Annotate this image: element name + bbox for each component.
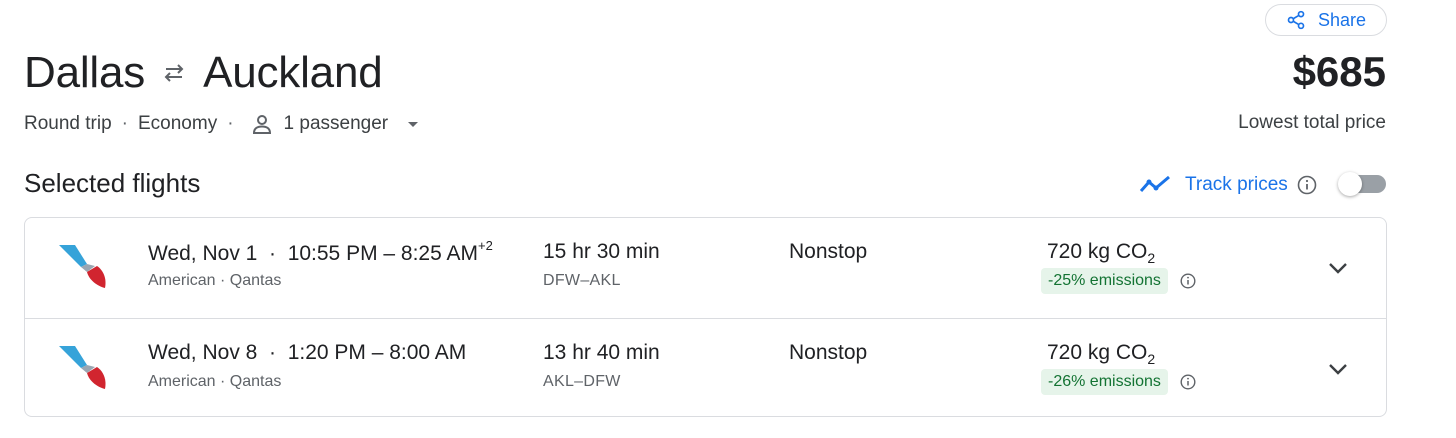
share-icon — [1287, 10, 1305, 30]
passenger-selector[interactable]: 1 passenger — [244, 112, 421, 136]
flight-row-outbound[interactable]: Wed, Nov 1 · 10:55 PM – 8:25 AM+2 Americ… — [25, 218, 1386, 318]
route-heading: Dallas Auckland — [24, 44, 383, 102]
flight-route-codes: DFW–AKL — [543, 272, 621, 289]
co2-value: 720 kg CO — [1047, 240, 1148, 263]
flight-route-codes: AKL–DFW — [543, 373, 621, 390]
track-prices-label: Track prices — [1185, 174, 1288, 195]
separator-dot: · — [263, 341, 282, 364]
flight-row-return[interactable]: Wed, Nov 8 · 1:20 PM – 8:00 AM American … — [25, 318, 1386, 416]
flight-co2: 720 kg CO2 — [1047, 341, 1155, 367]
info-icon[interactable] — [1296, 174, 1318, 196]
person-icon — [252, 115, 271, 134]
track-prices-toggle[interactable] — [1338, 172, 1388, 196]
flight-co2: 720 kg CO2 — [1047, 240, 1155, 266]
selected-flights-card: Wed, Nov 1 · 10:55 PM – 8:25 AM+2 Americ… — [24, 217, 1387, 417]
flight-datetime: Wed, Nov 1 · 10:55 PM – 8:25 AM+2 — [148, 238, 493, 266]
american-airlines-logo — [59, 245, 106, 288]
info-icon[interactable] — [1179, 373, 1197, 391]
toggle-knob — [1338, 172, 1362, 196]
co2-subscript: 2 — [1147, 250, 1156, 267]
flight-times: 10:55 PM – 8:25 AM — [287, 242, 478, 265]
separator-dot: · — [121, 113, 128, 134]
flight-duration: 15 hr 30 min — [543, 240, 660, 263]
flight-stops: Nonstop — [789, 341, 868, 364]
share-button[interactable]: Share — [1265, 4, 1387, 36]
dropdown-caret-icon — [408, 122, 419, 127]
info-icon[interactable] — [1179, 272, 1197, 290]
emissions-badge: -25% emissions — [1041, 268, 1168, 294]
section-title: Selected flights — [24, 168, 201, 198]
flight-stops: Nonstop — [789, 240, 868, 263]
destination-city: Auckland — [203, 48, 383, 97]
day-offset: +2 — [477, 238, 493, 253]
trip-type: Round trip — [24, 113, 112, 134]
origin-city: Dallas — [24, 48, 146, 97]
flight-airlines: American · Qantas — [148, 272, 282, 289]
flight-date: Wed, Nov 8 — [148, 341, 258, 364]
flight-airlines: American · Qantas — [148, 373, 282, 390]
total-price: $685 — [1292, 48, 1386, 95]
co2-value: 720 kg CO — [1047, 341, 1148, 364]
chevron-down-icon[interactable] — [1324, 355, 1352, 383]
flight-times: 1:20 PM – 8:00 AM — [287, 341, 467, 364]
track-prices[interactable]: Track prices — [1139, 170, 1318, 200]
flight-duration: 13 hr 40 min — [543, 341, 660, 364]
trip-options: Round trip · Economy · 1 passenger — [24, 110, 420, 138]
flight-datetime: Wed, Nov 8 · 1:20 PM – 8:00 AM — [148, 341, 466, 365]
share-label: Share — [1317, 9, 1367, 30]
emissions-badge: -26% emissions — [1041, 369, 1168, 395]
separator-dot: · — [227, 113, 234, 134]
american-airlines-logo — [59, 346, 106, 389]
flight-date: Wed, Nov 1 — [148, 242, 258, 265]
trend-line-icon — [1139, 175, 1170, 192]
passenger-count: 1 passenger — [283, 113, 389, 134]
swap-arrows-icon — [145, 58, 203, 88]
chevron-down-icon[interactable] — [1324, 254, 1352, 282]
separator-dot: · — [263, 242, 282, 265]
co2-subscript: 2 — [1147, 351, 1156, 368]
cabin-class: Economy — [138, 113, 218, 134]
price-caption: Lowest total price — [1238, 112, 1386, 133]
